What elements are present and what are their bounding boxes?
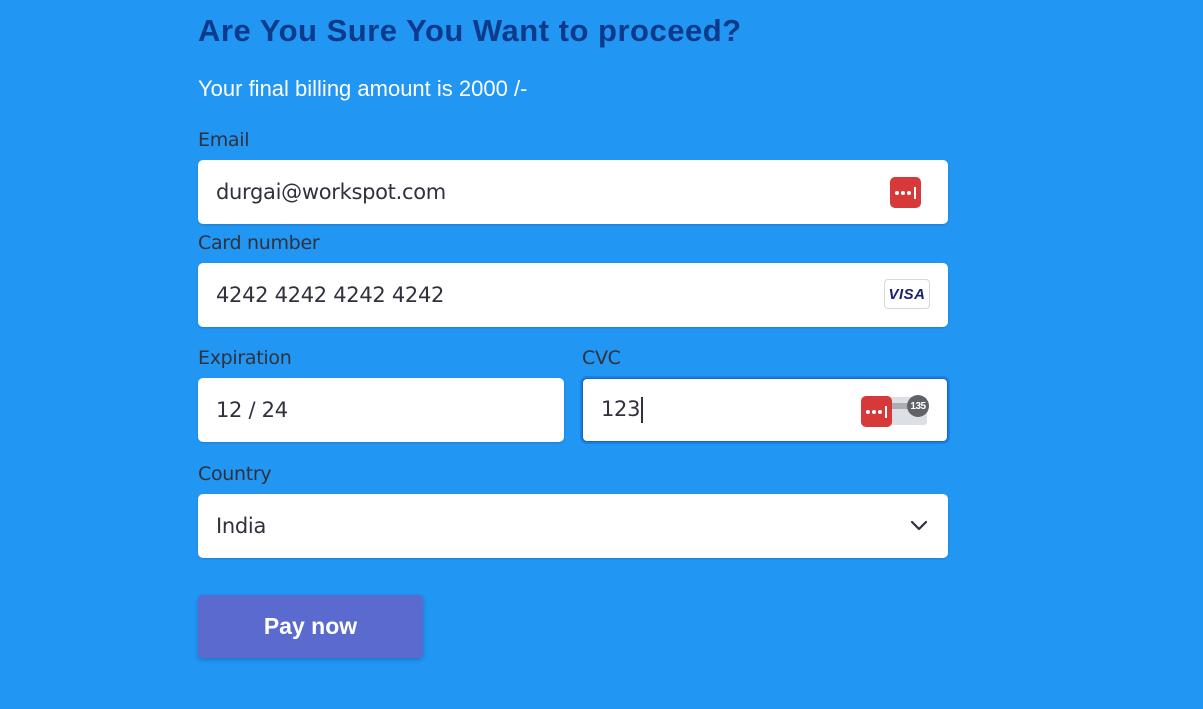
country-label: Country	[198, 463, 272, 485]
expiration-label: Expiration	[198, 347, 292, 369]
country-value: India	[216, 514, 267, 538]
cvc-value: 123	[601, 397, 641, 421]
password-manager-icon[interactable]	[861, 396, 892, 427]
visa-card-icon: VISA	[884, 279, 930, 309]
email-field[interactable]: durgai@workspot.com	[198, 160, 948, 224]
chevron-down-icon	[910, 520, 928, 531]
text-caret	[641, 397, 644, 423]
country-select[interactable]: India	[198, 494, 948, 558]
email-label: Email	[198, 129, 250, 151]
cvc-hint-badge: 135	[907, 395, 929, 417]
card-number-label: Card number	[198, 232, 320, 254]
card-number-field[interactable]: 4242 4242 4242 4242 VISA	[198, 263, 948, 327]
expiration-field[interactable]: 12 / 24	[198, 378, 564, 442]
password-manager-icon[interactable]	[890, 177, 921, 208]
cvc-value-wrapper: 123	[601, 397, 644, 423]
card-number-value: 4242 4242 4242 4242	[216, 283, 445, 307]
cvc-label: CVC	[582, 347, 621, 369]
expiration-value: 12 / 24	[216, 398, 288, 422]
cvc-field[interactable]: 123 135	[582, 378, 948, 442]
billing-amount-text: Your final billing amount is 2000 /-	[198, 76, 528, 101]
email-value: durgai@workspot.com	[216, 180, 446, 204]
page-title: Are You Sure You Want to proceed?	[198, 13, 742, 48]
pay-now-button[interactable]: Pay now	[198, 595, 423, 658]
